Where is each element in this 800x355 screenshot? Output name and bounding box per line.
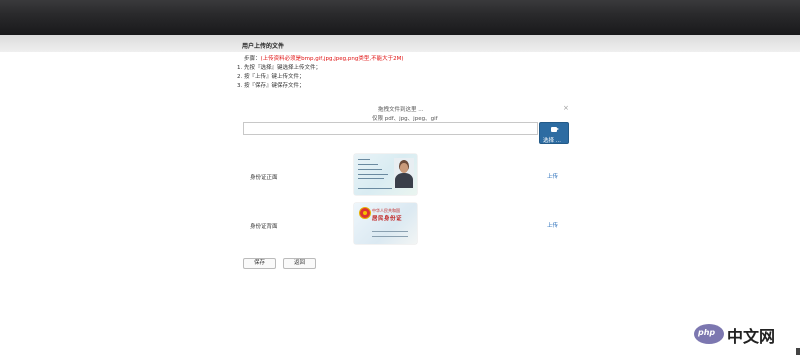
- file-path-input[interactable]: [243, 122, 538, 135]
- allowed-types-text: 仅限 pdf、jpg、jpeg、gif: [372, 116, 438, 122]
- site-logo: php 中文网: [694, 323, 794, 347]
- browse-button-label: 选择 ...: [543, 138, 561, 144]
- id-back-label: 身份证背面: [250, 224, 278, 230]
- folder-icon: [551, 127, 559, 132]
- close-icon[interactable]: ×: [563, 104, 569, 112]
- drop-zone-text[interactable]: 拖拽文件到这里 ...: [378, 105, 424, 113]
- id-card-front-image: [354, 154, 417, 195]
- step-2: 2. 按『上传』键上传文件；: [237, 74, 305, 80]
- file-type-note: (上传资料必须是bmp,gif,jpg,jpeg,png类型,不能大于2M): [260, 56, 404, 62]
- page-title: 用户上传的文件: [242, 43, 285, 50]
- upload-front-link[interactable]: 上传: [547, 172, 558, 180]
- back-button[interactable]: 返回: [283, 258, 316, 269]
- id-card-back-subtitle: 居民身份证: [372, 216, 403, 222]
- step-1: 1. 先按『选择』键选择上传文件；: [237, 65, 321, 71]
- browse-button[interactable]: 选择 ...: [539, 122, 569, 144]
- save-button[interactable]: 保存: [243, 258, 276, 269]
- scrollbar-corner: [796, 348, 800, 355]
- upload-back-link[interactable]: 上传: [547, 221, 558, 229]
- id-front-label: 身份证正面: [250, 175, 278, 181]
- steps-label: 步骤：: [244, 56, 261, 62]
- id-card-back-image: 中华人民共和国 居民身份证: [354, 203, 417, 244]
- upload-instructions: 步骤：(上传资料必须是bmp,gif,jpg,jpeg,png类型,不能大于2M…: [237, 55, 403, 91]
- logo-text: 中文网: [727, 327, 776, 346]
- sub-header-bar: [0, 35, 800, 52]
- step-3: 3. 按『保存』键保存文件；: [237, 83, 305, 89]
- php-logo-icon: php: [694, 324, 724, 344]
- national-emblem-icon: [359, 207, 371, 219]
- top-navigation-bar: [0, 0, 800, 35]
